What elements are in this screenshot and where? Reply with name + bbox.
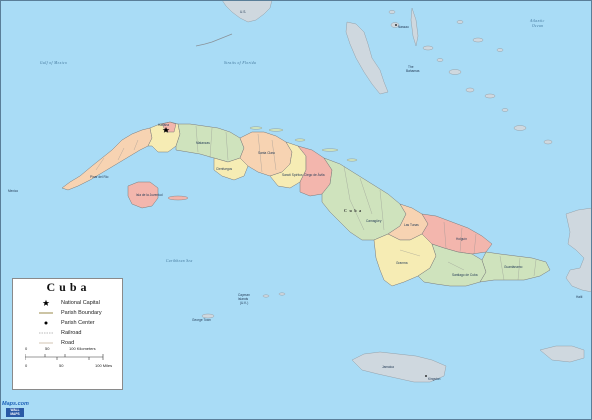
scale-ruler [25,354,104,360]
label-granma: Granma [396,261,408,265]
label-kingston: Kingston [428,377,441,381]
legend-label: Railroad [61,330,82,336]
brand-logo: Maps.com WALL MAPS [2,401,54,418]
label-bahamas-2: Bahamas [406,69,420,73]
map-container[interactable]: Gulf of Mexico Straits of Florida Caribb… [0,0,592,420]
scale-km-0: 0 [25,346,28,351]
label-las-tunas: Las Tunas [404,223,419,227]
scale-mi-0: 0 [25,363,28,368]
legend-item-parish-center: Parish Center [13,319,122,327]
nassau-capital-icon [395,24,397,26]
label-havana: Havana [158,123,169,127]
label-george-town: George Town [192,318,211,322]
legend-title: Cuba [46,280,91,294]
label-holguin: Holguín [456,237,467,241]
label-cayman-3: (U.K.) [240,301,248,305]
label-caribbean-sea: Caribbean Sea [166,259,193,263]
scale-mi-50: 50 [59,363,64,368]
legend-item-railroad: Railroad [13,329,122,337]
islet-east-juventud [167,195,189,201]
legend-label: National Capital [61,300,100,306]
legend-item-national-capital: National Capital [13,299,122,307]
star-icon [42,299,50,306]
scale-bar: 0 50 100 Kilometers 0 50 100 Miles [23,346,123,370]
label-atlantic-1: Atlantic [529,19,545,23]
label-gulf-of-mexico: Gulf of Mexico [40,61,67,65]
label-santiago-de-cuba: Santiago de Cuba [452,273,478,277]
label-mexico: Mexico [8,189,18,193]
dot-icon [44,321,48,325]
label-ciego-de-avila: Ciego de Ávila [304,173,325,177]
label-isla-juventud: Isla de la Juventud [136,193,163,197]
railroad-line-icon [39,332,53,334]
label-haiti: Haiti [576,295,583,299]
scale-km-100: 100 Kilometers [69,346,96,351]
label-santa-clara: Santa Clara [258,151,275,155]
legend-label: Parish Center [61,320,95,326]
label-cienfuegos: Cienfuegos [216,167,233,171]
label-matanzas: Matanzas [196,141,210,145]
legend-label: Parish Boundary [61,310,102,316]
label-nassau: Nassau [398,25,409,29]
parish-boundary-line-icon [39,312,53,314]
legend-item-parish-boundary: Parish Boundary [13,309,122,317]
label-us: U.S. [240,10,246,14]
scale-mi-100: 100 Miles [95,363,113,368]
label-straits-of-florida: Straits of Florida [224,61,256,65]
label-camaguey: Camagüey [366,219,382,223]
legend-panel: Cuba National Capital Parish Boundary Pa… [12,278,123,390]
kingston-capital-icon [425,375,427,377]
scale-km-50: 50 [45,346,50,351]
brand-name: Maps.com [2,401,29,407]
label-sancti-spiritus: Sancti Spíritus [282,173,303,177]
label-jamaica: Jamaica [382,365,394,369]
label-pinar-del-rio: Pinar del Río [90,175,109,179]
label-guantanamo: Guantánamo [504,265,523,269]
label-cuba-center: C u b a [344,208,362,213]
label-atlantic-2: Ocean [532,24,543,28]
brand-sub: WALL MAPS [6,408,24,417]
